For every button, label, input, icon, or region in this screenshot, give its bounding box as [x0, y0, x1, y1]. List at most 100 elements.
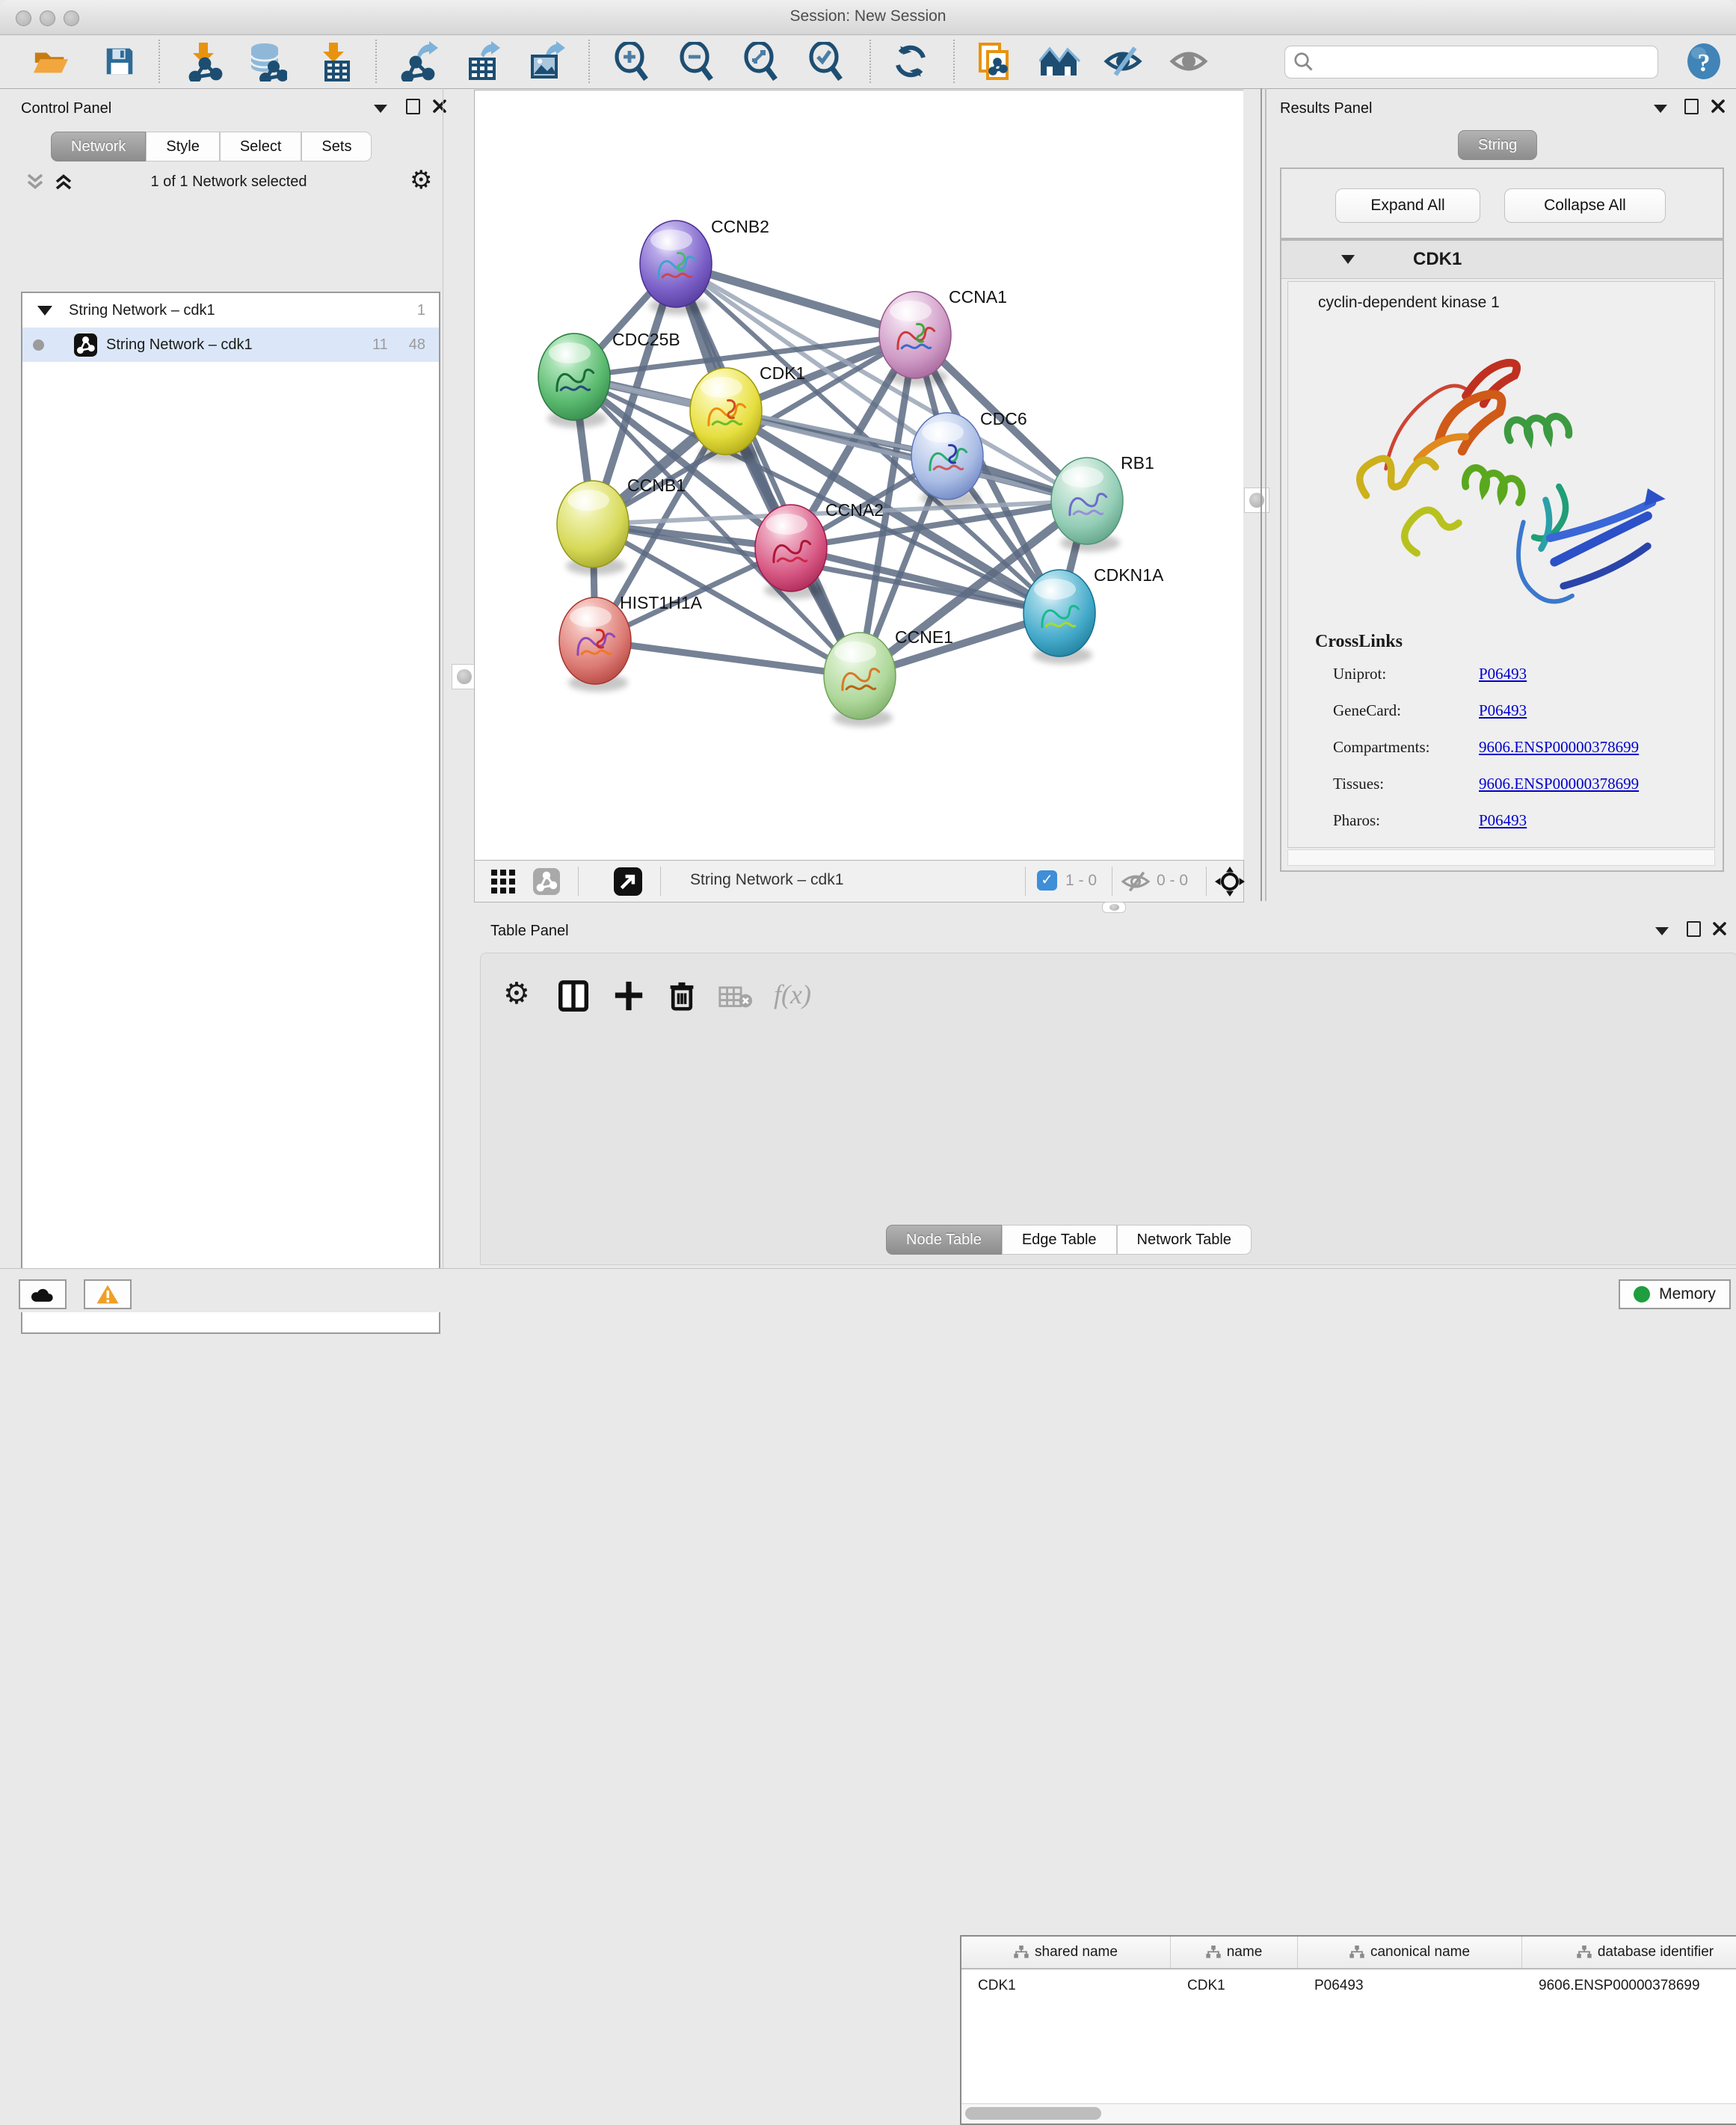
- zoom-in-button[interactable]: [610, 40, 653, 83]
- table-cell[interactable]: CDK1: [961, 1978, 1171, 1994]
- duplicate-network-button[interactable]: [973, 40, 1016, 83]
- node-RB1[interactable]: [1051, 458, 1123, 552]
- node-CCNA2[interactable]: [755, 505, 827, 599]
- delete-column-icon[interactable]: [668, 980, 696, 1012]
- panel-float-icon[interactable]: [406, 99, 420, 114]
- selected-nodes-checkbox[interactable]: ✓: [1037, 870, 1057, 891]
- protein-header[interactable]: CDK1: [1281, 241, 1723, 279]
- cloud-status-button[interactable]: [19, 1279, 67, 1309]
- panel-close-icon[interactable]: [432, 99, 447, 114]
- help-button[interactable]: ?: [1682, 40, 1726, 83]
- hide-selected-button[interactable]: [1101, 40, 1145, 83]
- memory-button[interactable]: Memory: [1619, 1279, 1731, 1309]
- toolbar-separator: [869, 40, 871, 83]
- tab-edge-table[interactable]: Edge Table: [1002, 1225, 1117, 1255]
- zoom-out-button[interactable]: [675, 40, 718, 83]
- node-CDC6[interactable]: [911, 413, 983, 507]
- search-input[interactable]: [1315, 48, 1657, 76]
- collapse-all-button[interactable]: Collapse All: [1504, 188, 1666, 223]
- tab-sets[interactable]: Sets: [301, 132, 372, 162]
- tab-select[interactable]: Select: [220, 132, 302, 162]
- table-cell[interactable]: P06493: [1298, 1978, 1522, 1994]
- birdseye-toggle-icon[interactable]: [614, 867, 642, 896]
- column-header-canonical-name[interactable]: canonical name: [1298, 1937, 1522, 1968]
- tab-network-table[interactable]: Network Table: [1117, 1225, 1252, 1255]
- column-attribute-icon: [1577, 1946, 1592, 1959]
- tab-network[interactable]: Network: [51, 132, 146, 162]
- node-CCNB1[interactable]: [557, 481, 629, 575]
- column-header-shared-name[interactable]: shared name: [961, 1937, 1171, 1968]
- export-table-icon: [463, 41, 502, 82]
- share-view-icon[interactable]: [533, 868, 560, 895]
- panel-float-icon[interactable]: [1684, 99, 1699, 114]
- protein-expander-icon[interactable]: [1341, 255, 1355, 264]
- warning-status-button[interactable]: [84, 1279, 132, 1309]
- panel-float-icon[interactable]: [1687, 921, 1701, 937]
- protein-description: cyclin-dependent kinase 1: [1318, 294, 1714, 312]
- table-settings-gear-icon[interactable]: ⚙: [503, 979, 530, 1009]
- table-horizontal-scrollbar[interactable]: [961, 2103, 1736, 2124]
- results-scrollbar[interactable]: [1287, 849, 1715, 866]
- table-row[interactable]: CDK1CDK1P064939606.ENSP00000378699cyclin…: [961, 1969, 1736, 2002]
- crosslink-value-link[interactable]: P06493: [1479, 701, 1527, 720]
- hidden-eye-slash-icon[interactable]: [1121, 871, 1151, 892]
- protein-detail-box: cyclin-dependent kinase 1 CrossLinks: [1287, 281, 1715, 848]
- export-image-button[interactable]: [524, 40, 567, 83]
- panel-close-icon[interactable]: [1712, 921, 1727, 936]
- column-header-database-identifier[interactable]: database identifier: [1522, 1937, 1736, 1968]
- scrollbar-thumb[interactable]: [965, 2107, 1101, 2120]
- panel-close-icon[interactable]: [1711, 99, 1726, 114]
- divider-grip[interactable]: [452, 664, 477, 689]
- network-row-selected[interactable]: String Network – cdk1 11 48: [22, 327, 439, 362]
- search-field[interactable]: [1284, 46, 1658, 79]
- help-icon: ?: [1687, 43, 1721, 80]
- table-cell[interactable]: CDK1: [1171, 1978, 1298, 1994]
- panel-menu-icon[interactable]: [374, 105, 387, 113]
- open-session-button[interactable]: [29, 40, 73, 83]
- collection-count: 1: [417, 302, 425, 319]
- network-node-count: 11: [372, 336, 388, 354]
- import-table-button[interactable]: [313, 40, 357, 83]
- node-CCNE1[interactable]: [824, 633, 896, 727]
- network-options-gear-icon[interactable]: ⚙: [410, 167, 432, 193]
- export-network-button[interactable]: [397, 40, 440, 83]
- export-table-button[interactable]: [461, 40, 504, 83]
- node-CCNB2[interactable]: [640, 221, 712, 315]
- pan-crosshair-icon[interactable]: [1215, 867, 1245, 897]
- panel-menu-icon[interactable]: [1655, 927, 1669, 935]
- grid-view-icon[interactable]: [491, 870, 517, 894]
- crosslink-value-link[interactable]: P06493: [1479, 665, 1527, 683]
- import-network-file-button[interactable]: [182, 40, 225, 83]
- crosslink-value-link[interactable]: 9606.ENSP00000378699: [1479, 738, 1639, 757]
- create-column-icon[interactable]: [614, 980, 644, 1012]
- column-attribute-icon: [1014, 1946, 1029, 1959]
- column-header-name[interactable]: name: [1171, 1937, 1298, 1968]
- refresh-button[interactable]: [889, 40, 932, 83]
- expand-all-button[interactable]: Expand All: [1335, 188, 1480, 223]
- divider-grip[interactable]: [1102, 902, 1126, 913]
- table-cell[interactable]: 9606.ENSP00000378699: [1522, 1978, 1736, 1994]
- tab-style[interactable]: Style: [146, 132, 219, 162]
- node-CDC25B[interactable]: [538, 333, 610, 428]
- zoom-fit-button[interactable]: [739, 40, 783, 83]
- show-columns-icon[interactable]: [558, 980, 588, 1012]
- toolbar-separator: [660, 867, 661, 896]
- node-CDK1[interactable]: [690, 368, 762, 462]
- crosslink-value-link[interactable]: P06493: [1479, 811, 1527, 830]
- show-all-button[interactable]: [1167, 40, 1210, 83]
- save-session-button[interactable]: [98, 40, 141, 83]
- crosslink-value-link[interactable]: 9606.ENSP00000378699: [1479, 775, 1639, 793]
- import-network-database-button[interactable]: [245, 40, 289, 83]
- network-collection-row[interactable]: String Network – cdk1 1: [22, 293, 439, 327]
- string-home-button[interactable]: [1038, 40, 1082, 83]
- network-canvas[interactable]: CCNB2CCNA1CDC25BCDK1CDC6RB1CCNB1CCNA2CDK…: [474, 90, 1243, 861]
- crosslinks-list: Uniprot:P06493GeneCard:P06493Compartment…: [1333, 665, 1707, 848]
- panel-menu-icon[interactable]: [1654, 105, 1667, 113]
- tab-string[interactable]: String: [1458, 130, 1537, 160]
- node-CDKN1A[interactable]: [1024, 570, 1095, 664]
- tab-node-table[interactable]: Node Table: [886, 1225, 1002, 1255]
- zoom-selected-button[interactable]: [804, 40, 848, 83]
- panel-divider[interactable]: [1261, 88, 1262, 901]
- collection-expander-icon[interactable]: [37, 306, 52, 316]
- network-edges[interactable]: [574, 264, 1087, 676]
